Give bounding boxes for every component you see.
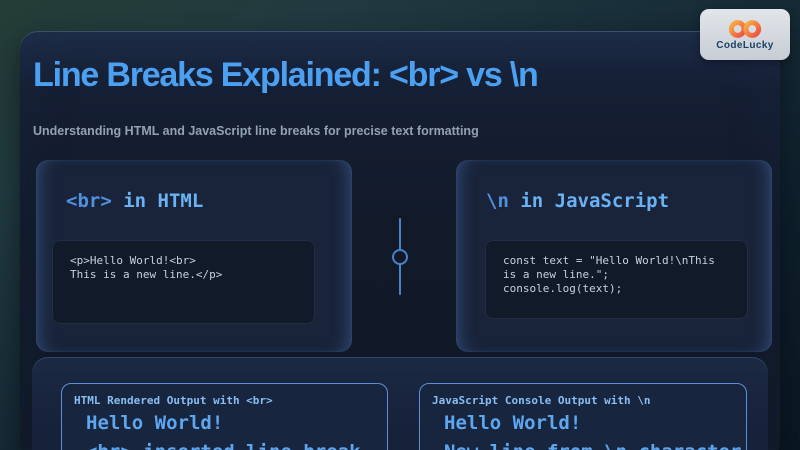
html-output-box: HTML Rendered Output with <br> Hello Wor… [61,383,388,450]
brand-name: CodeLucky [716,40,774,51]
js-heading-rest: in JavaScript [509,190,669,212]
html-output-label: HTML Rendered Output with <br> [74,394,387,407]
js-output-label: JavaScript Console Output with \n [432,394,746,407]
infinity-icon [725,19,765,39]
js-output-box: JavaScript Console Output with \n Hello … [419,383,747,450]
js-code-block: const text = "Hello World!\nThis is a ne… [485,240,748,319]
page-title: Line Breaks Explained: <br> vs \n [33,56,538,95]
brand-badge: CodeLucky [700,9,790,60]
js-panel-heading: \n in JavaScript [486,190,669,212]
divider-circle-icon [392,249,408,265]
html-output-line-2: <br> inserted line break [86,438,387,450]
page-subtitle: Understanding HTML and JavaScript line b… [33,124,479,138]
slide: CodeLucky Line Breaks Explained: <br> vs… [0,0,800,450]
html-panel-heading: <br> in HTML [66,190,203,212]
js-output-line-2: New line from \n character. [444,438,746,450]
html-heading-symbol: <br> [66,190,112,212]
html-output-line-1: Hello World! [86,409,387,438]
js-heading-symbol: \n [486,190,509,212]
html-code-block: <p>Hello World!<br> This is a new line.<… [52,240,315,324]
html-heading-rest: in HTML [112,190,204,212]
js-output-line-1: Hello World! [444,409,746,438]
